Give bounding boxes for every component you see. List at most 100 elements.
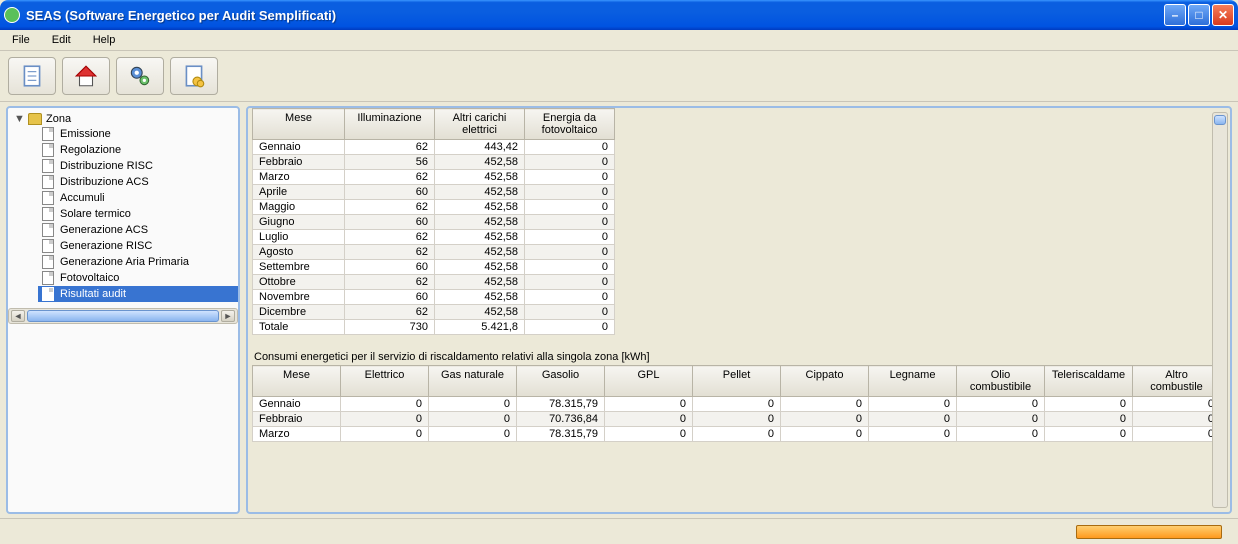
- tree-item-label: Emissione: [60, 128, 111, 140]
- table-row: Maggio62452,580: [253, 200, 615, 215]
- toolbar-home-button[interactable]: [62, 57, 110, 95]
- table-row: Aprile60452,580: [253, 185, 615, 200]
- tree-item[interactable]: Accumuli: [38, 190, 238, 206]
- col-header[interactable]: Altri carichi elettrici: [435, 109, 525, 140]
- close-button[interactable]: ✕: [1212, 4, 1234, 26]
- tree-item-label: Regolazione: [60, 144, 121, 156]
- toolbar-report-button[interactable]: [170, 57, 218, 95]
- cell: 0: [957, 397, 1045, 412]
- table-row: Febbraio56452,580: [253, 155, 615, 170]
- app-icon: [4, 7, 20, 23]
- cell: 60: [345, 260, 435, 275]
- minimize-button[interactable]: –: [1164, 4, 1186, 26]
- cell: 452,58: [435, 200, 525, 215]
- cell: 0: [693, 427, 781, 442]
- menu-help[interactable]: Help: [89, 32, 120, 48]
- table-row: Ottobre62452,580: [253, 275, 615, 290]
- cell: 0: [429, 397, 517, 412]
- cell: 5.421,8: [435, 320, 525, 335]
- col-header[interactable]: Energia da fotovoltaico: [525, 109, 615, 140]
- col-header[interactable]: Illuminazione: [345, 109, 435, 140]
- cell: 0: [525, 215, 615, 230]
- toolbar-settings-button[interactable]: [116, 57, 164, 95]
- gears-icon: [127, 63, 153, 89]
- cell: Dicembre: [253, 305, 345, 320]
- cell: 0: [525, 155, 615, 170]
- tree-item[interactable]: Risultati audit: [38, 286, 238, 302]
- cell: 452,58: [435, 245, 525, 260]
- tree-item[interactable]: Distribuzione RISC: [38, 158, 238, 174]
- cell: 78.315,79: [517, 397, 605, 412]
- tree-item[interactable]: Emissione: [38, 126, 238, 142]
- tree-item[interactable]: Generazione RISC: [38, 238, 238, 254]
- scroll-left-icon[interactable]: ◄: [11, 310, 25, 322]
- col-header[interactable]: Elettrico: [341, 366, 429, 397]
- cell: 452,58: [435, 260, 525, 275]
- cell: 62: [345, 275, 435, 290]
- main-vscroll[interactable]: [1212, 112, 1228, 508]
- col-header[interactable]: GPL: [605, 366, 693, 397]
- table-electric: MeseIlluminazioneAltri carichi elettrici…: [252, 108, 615, 335]
- tree-item[interactable]: Generazione Aria Primaria: [38, 254, 238, 270]
- col-header[interactable]: Mese: [253, 366, 341, 397]
- tree-item-label: Distribuzione RISC: [60, 160, 153, 172]
- tree-item[interactable]: Fotovoltaico: [38, 270, 238, 286]
- cell: Luglio: [253, 230, 345, 245]
- toolbar: [0, 51, 1238, 102]
- cell: 60: [345, 185, 435, 200]
- col-header[interactable]: Teleriscaldame: [1045, 366, 1133, 397]
- col-header[interactable]: Gas naturale: [429, 366, 517, 397]
- col-header[interactable]: Altro combustile: [1133, 366, 1221, 397]
- tree-item[interactable]: Distribuzione ACS: [38, 174, 238, 190]
- cell: 0: [1133, 427, 1221, 442]
- cell: 0: [525, 275, 615, 290]
- cell: 0: [605, 397, 693, 412]
- menu-edit[interactable]: Edit: [48, 32, 75, 48]
- tree-toggle-icon[interactable]: ▼: [14, 113, 24, 125]
- cell: 62: [345, 230, 435, 245]
- toolbar-new-button[interactable]: [8, 57, 56, 95]
- tree-root-zona[interactable]: ▼ Zona: [12, 112, 238, 126]
- table2-caption: Consumi energetici per il servizio di ri…: [252, 345, 1226, 365]
- col-header[interactable]: Cippato: [781, 366, 869, 397]
- cell: 0: [1045, 412, 1133, 427]
- cell: 62: [345, 170, 435, 185]
- statusbar: [0, 518, 1238, 544]
- sidebar-hscroll[interactable]: ◄ ►: [8, 308, 238, 324]
- cell: 0: [693, 397, 781, 412]
- cell: 0: [525, 140, 615, 155]
- cell: 452,58: [435, 215, 525, 230]
- cell: 0: [525, 170, 615, 185]
- col-header[interactable]: Pellet: [693, 366, 781, 397]
- cell: 452,58: [435, 185, 525, 200]
- table-row: Totale7305.421,80: [253, 320, 615, 335]
- document-icon: [42, 143, 54, 157]
- scroll-right-icon[interactable]: ►: [221, 310, 235, 322]
- table-heating: MeseElettricoGas naturaleGasolioGPLPelle…: [252, 365, 1221, 442]
- cell: Ottobre: [253, 275, 345, 290]
- tree-item-label: Solare termico: [60, 208, 131, 220]
- col-header[interactable]: Mese: [253, 109, 345, 140]
- window-buttons: – □ ✕: [1164, 4, 1234, 26]
- cell: 452,58: [435, 275, 525, 290]
- tree-item[interactable]: Regolazione: [38, 142, 238, 158]
- cell: 0: [957, 412, 1045, 427]
- tree-item[interactable]: Solare termico: [38, 206, 238, 222]
- tree-item[interactable]: Generazione ACS: [38, 222, 238, 238]
- cell: 0: [525, 305, 615, 320]
- cell: 70.736,84: [517, 412, 605, 427]
- sidebar-tree: ▼ Zona Emissione Regolazione Distribuzione…: [6, 106, 240, 514]
- cell: 0: [605, 412, 693, 427]
- cell: Aprile: [253, 185, 345, 200]
- cell: Totale: [253, 320, 345, 335]
- col-header[interactable]: Gasolio: [517, 366, 605, 397]
- cell: 0: [525, 260, 615, 275]
- col-header[interactable]: Olio combustibile: [957, 366, 1045, 397]
- cell: 0: [693, 412, 781, 427]
- menu-file[interactable]: File: [8, 32, 34, 48]
- col-header[interactable]: Legname: [869, 366, 957, 397]
- cell: 0: [525, 185, 615, 200]
- maximize-button[interactable]: □: [1188, 4, 1210, 26]
- table-row: Gennaio62443,420: [253, 140, 615, 155]
- table-row: Novembre60452,580: [253, 290, 615, 305]
